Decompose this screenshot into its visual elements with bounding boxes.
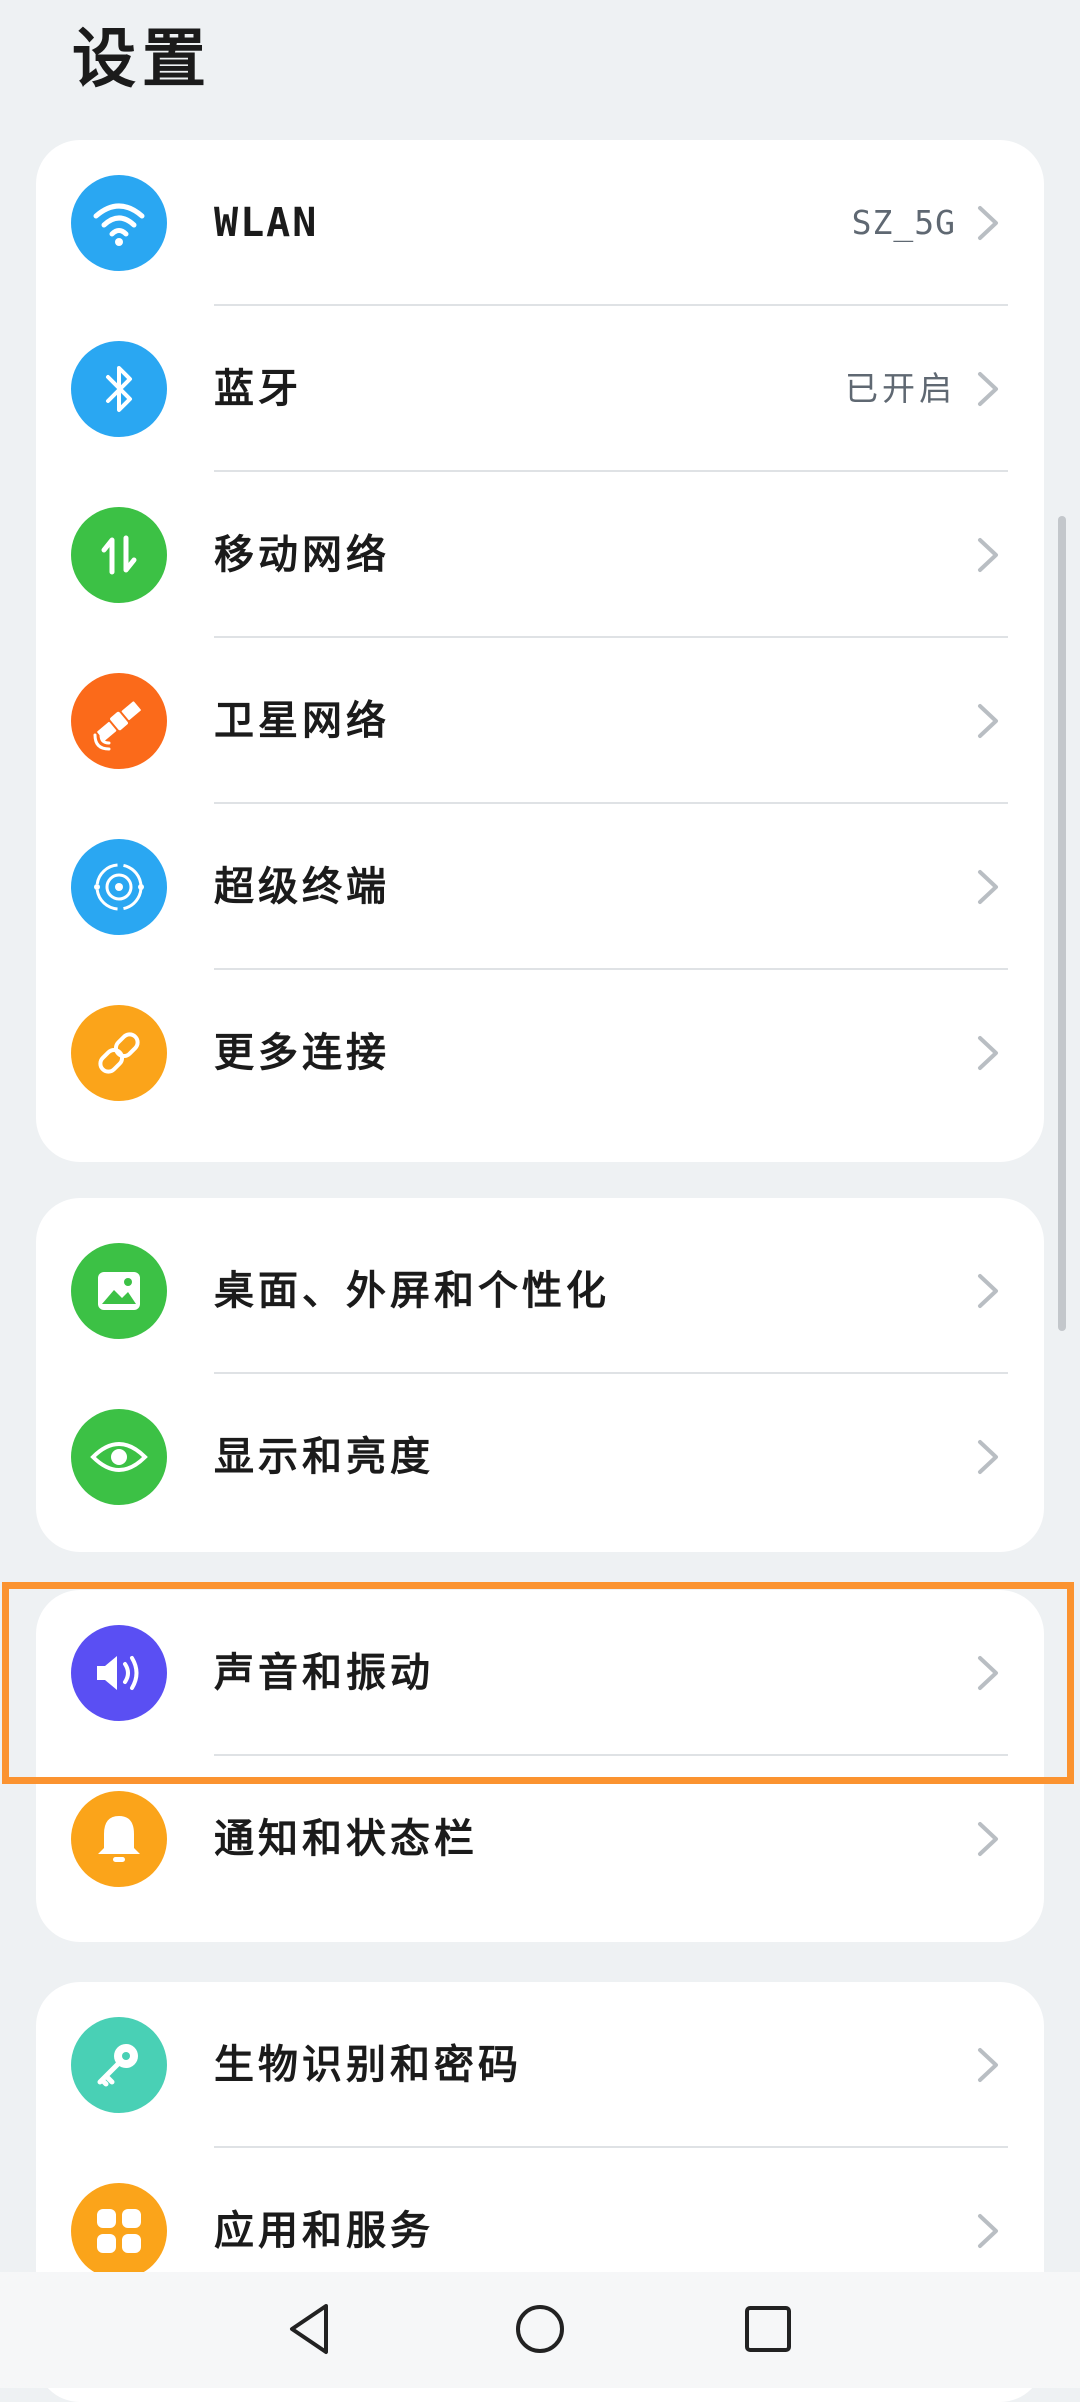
highlight-box [2,1582,1074,1784]
settings-item-label: 移动网络 [214,531,390,578]
bluetooth-icon [71,341,167,437]
eye-icon [71,1409,167,1505]
chevron-right-icon [978,704,998,738]
settings-item-label: 显示和亮度 [214,1433,434,1480]
home-icon[interactable] [505,2294,575,2364]
recents-icon[interactable] [733,2294,803,2364]
chevron-right-icon [978,870,998,904]
wifi-icon [71,175,167,271]
settings-item-desktop-personalization[interactable]: 桌面、外屏和个性化 [36,1208,1044,1374]
settings-item-label: 蓝牙 [214,365,302,412]
wallpaper-icon [71,1243,167,1339]
settings-item-biometrics-password[interactable]: 生物识别和密码 [36,1982,1044,2148]
settings-item-display-brightness[interactable]: 显示和亮度 [36,1374,1044,1540]
settings-item-mobile-network[interactable]: 移动网络 [36,472,1044,638]
navigation-bar [0,2272,1080,2388]
chevron-right-icon [978,372,998,406]
chevron-right-icon [978,206,998,240]
chevron-right-icon [978,1274,998,1308]
chevron-right-icon [978,538,998,572]
settings-group-display: 桌面、外屏和个性化 显示和亮度 [36,1198,1044,1552]
bell-icon [71,1791,167,1887]
scrollbar[interactable] [1058,516,1066,1331]
bluetooth-status: 已开启 [845,369,956,408]
super-device-icon [71,839,167,935]
chevron-right-icon [978,1822,998,1856]
settings-item-label: 卫星网络 [214,697,390,744]
satellite-icon [71,673,167,769]
link-icon [71,1005,167,1101]
settings-group-connectivity: WLAN SZ_5G 蓝牙 已开启 移动网络 卫星网络 超级终端 更多连接 [36,140,1044,1162]
settings-item-label: 更多连接 [214,1029,390,1076]
settings-item-label: 桌面、外屏和个性化 [214,1267,610,1314]
back-icon[interactable] [276,2294,346,2364]
settings-item-satellite-network[interactable]: 卫星网络 [36,638,1044,804]
mobile-data-icon [71,507,167,603]
chevron-right-icon [978,2214,998,2248]
chevron-right-icon [978,1440,998,1474]
settings-item-wlan[interactable]: WLAN SZ_5G [36,140,1044,306]
settings-item-label: WLAN [214,200,319,246]
chevron-right-icon [978,1036,998,1070]
page-title: 设置 [72,22,212,97]
settings-item-more-connections[interactable]: 更多连接 [36,970,1044,1136]
settings-item-label: 超级终端 [214,863,390,910]
settings-item-bluetooth[interactable]: 蓝牙 已开启 [36,306,1044,472]
wlan-network-name: SZ_5G [851,203,956,242]
chevron-right-icon [978,2048,998,2082]
settings-item-label: 生物识别和密码 [214,2041,522,2088]
key-icon [71,2017,167,2113]
settings-item-super-device[interactable]: 超级终端 [36,804,1044,970]
apps-icon [71,2183,167,2279]
